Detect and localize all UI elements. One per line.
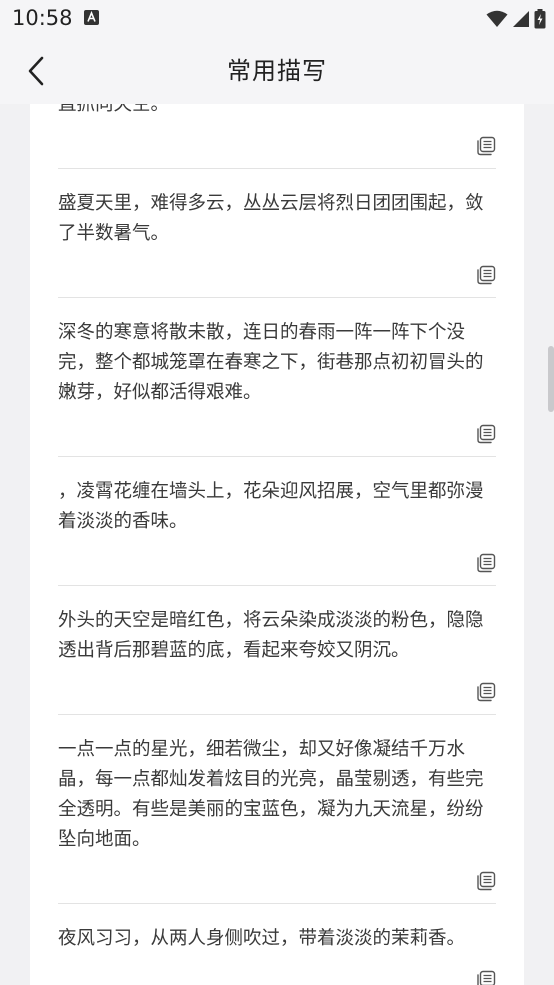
item-text: 深冬的寒意将散未散，连日的春雨一阵一阵下个没完，整个都城笼罩在春寒之下，街巷那点… xyxy=(58,322,484,403)
content-card: 直抓向天空。 盛夏天里，难得多云，丛丛云层将烈日团团围起，敛了半数暑气。 深冬的… xyxy=(30,104,524,985)
status-bar: 10:58 xyxy=(0,0,554,38)
item-text: 一点一点的星光，细若微尘，却又好像凝结千万水晶，每一点都灿发着炫目的光亮，晶莹剔… xyxy=(58,739,484,850)
item-text: 盛夏天里，难得多云，丛丛云层将烈日团团围起，敛了半数暑气。 xyxy=(58,193,484,244)
list-item: 直抓向天空。 xyxy=(58,104,496,169)
scrollbar-thumb[interactable] xyxy=(548,346,554,412)
back-button[interactable] xyxy=(16,50,56,92)
wifi-icon xyxy=(486,10,508,27)
item-footer xyxy=(58,666,496,714)
copy-icon[interactable] xyxy=(476,553,496,573)
item-text: ，凌霄花缠在墙头上，花朵迎风招展，空气里都弥漫着淡淡的香味。 xyxy=(58,481,484,532)
copy-icon[interactable] xyxy=(476,265,496,285)
content-scroll-area[interactable]: 直抓向天空。 盛夏天里，难得多云，丛丛云层将烈日团团围起，敛了半数暑气。 深冬的… xyxy=(0,104,554,985)
item-footer xyxy=(58,537,496,585)
item-footer xyxy=(58,120,496,168)
notification-a-icon xyxy=(84,10,99,25)
copy-icon[interactable] xyxy=(476,682,496,702)
signal-icon xyxy=(513,11,529,27)
list-item: 一点一点的星光，细若微尘，却又好像凝结千万水晶，每一点都灿发着炫目的光亮，晶莹剔… xyxy=(58,715,496,904)
item-footer xyxy=(58,954,496,985)
item-text: 夜风习习，从两人身侧吹过，带着淡淡的茉莉香。 xyxy=(58,928,466,949)
copy-icon[interactable] xyxy=(476,424,496,444)
item-text: 直抓向天空。 xyxy=(58,104,170,115)
status-time: 10:58 xyxy=(12,6,73,30)
copy-icon[interactable] xyxy=(476,970,496,985)
item-footer xyxy=(58,408,496,456)
app-bar: 常用描写 xyxy=(0,38,554,104)
description-list: 直抓向天空。 盛夏天里，难得多云，丛丛云层将烈日团团围起，敛了半数暑气。 深冬的… xyxy=(58,104,496,985)
list-item: 夜风习习，从两人身侧吹过，带着淡淡的茉莉香。 xyxy=(58,904,496,985)
battery-icon xyxy=(534,9,546,29)
status-icons xyxy=(486,8,546,30)
item-text: 外头的天空是暗红色，将云朵染成淡淡的粉色，隐隐透出背后那碧蓝的底，看起来夸姣又阴… xyxy=(58,610,484,661)
chevron-left-icon xyxy=(28,56,44,86)
page-title: 常用描写 xyxy=(227,57,327,85)
list-item: 深冬的寒意将散未散，连日的春雨一阵一阵下个没完，整个都城笼罩在春寒之下，街巷那点… xyxy=(58,298,496,457)
list-item: 盛夏天里，难得多云，丛丛云层将烈日团团围起，敛了半数暑气。 xyxy=(58,169,496,298)
copy-icon[interactable] xyxy=(476,871,496,891)
item-footer xyxy=(58,249,496,297)
list-item: ，凌霄花缠在墙头上，花朵迎风招展，空气里都弥漫着淡淡的香味。 xyxy=(58,457,496,586)
copy-icon[interactable] xyxy=(476,136,496,156)
list-item: 外头的天空是暗红色，将云朵染成淡淡的粉色，隐隐透出背后那碧蓝的底，看起来夸姣又阴… xyxy=(58,586,496,715)
item-footer xyxy=(58,855,496,903)
